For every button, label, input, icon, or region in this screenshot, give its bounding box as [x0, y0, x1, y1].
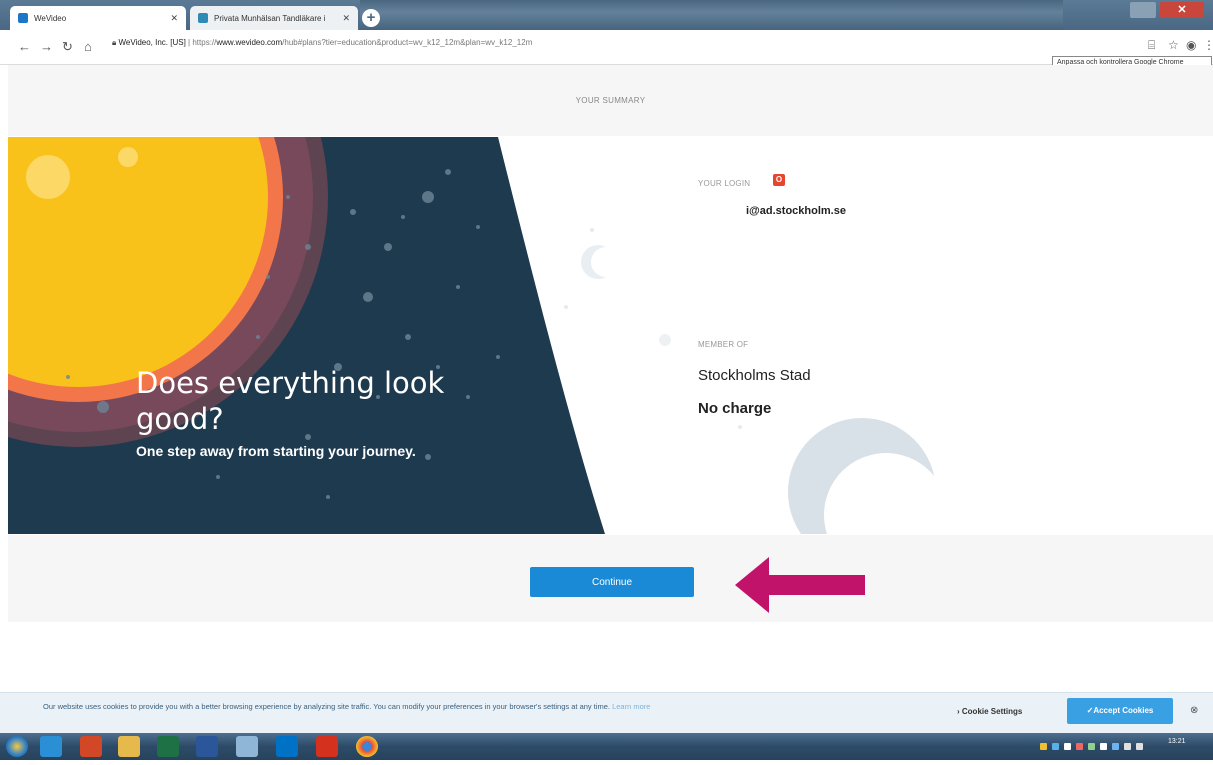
url-prefix: https:// — [192, 38, 217, 47]
hero-illustration — [8, 137, 948, 534]
start-button[interactable] — [6, 736, 28, 757]
bookmark-star-icon[interactable]: ☆ — [1168, 38, 1179, 52]
windows-taskbar: 13:21 — [0, 733, 1213, 760]
continue-section: Continue — [8, 535, 1213, 622]
minimize-window-button[interactable] — [1130, 2, 1156, 18]
charge-value: No charge — [698, 400, 772, 417]
pointer-arrow-icon — [735, 557, 865, 613]
translate-icon[interactable]: ⌸ — [1148, 38, 1155, 53]
notepad-icon[interactable] — [236, 736, 258, 757]
file-explorer-icon[interactable] — [118, 736, 140, 757]
tab-wevideo[interactable]: WeVideo ✕ — [10, 6, 186, 30]
tray-icon[interactable] — [1088, 743, 1095, 750]
cookie-text: Our website uses cookies to provide you … — [43, 702, 610, 711]
new-tab-button[interactable]: + — [362, 9, 380, 27]
excel-icon[interactable] — [157, 736, 179, 757]
office-login-icon: O — [773, 174, 785, 186]
cookie-banner: Our website uses cookies to provide you … — [0, 692, 1213, 733]
close-tab-icon[interactable]: ✕ — [342, 13, 350, 24]
url-path: /hub#plans?tier=education&product=wv_k12… — [282, 38, 533, 47]
cookie-settings-link[interactable]: › Cookie Settings — [957, 707, 1022, 716]
chrome-taskbar-icon[interactable] — [356, 736, 378, 757]
page-content: YOUR SUMMARY Does everything look good? … — [0, 65, 1213, 765]
internet-explorer-icon[interactable] — [40, 736, 62, 757]
tray-icon[interactable] — [1052, 743, 1059, 750]
cookie-message: Our website uses cookies to provide you … — [43, 701, 903, 713]
network-icon[interactable] — [1124, 743, 1131, 750]
summary-hero: Does everything look good? One step away… — [8, 137, 1213, 534]
outlook-icon[interactable] — [276, 736, 298, 757]
profile-icon[interactable]: ◉ — [1186, 38, 1196, 52]
chrome-menu-icon[interactable]: ⋮ — [1203, 38, 1213, 52]
hero-subtitle: One step away from starting your journey… — [136, 443, 416, 459]
powerpoint-icon[interactable] — [80, 736, 102, 757]
hero-title: Does everything look good? — [136, 366, 445, 436]
munhalsan-favicon-icon — [198, 13, 208, 23]
back-icon[interactable]: ← — [18, 39, 31, 54]
tab-munhalsan[interactable]: Privata Munhälsan Tandläkare i ✕ — [190, 6, 358, 30]
close-cookie-banner-icon[interactable]: ⊗ — [1190, 705, 1198, 716]
browser-tab-bar: WeVideo ✕ Privata Munhälsan Tandläkare i… — [0, 0, 1213, 30]
volume-icon[interactable] — [1136, 743, 1143, 750]
lock-icon: 🔒︎ — [112, 38, 117, 47]
clock-time: 13:21 — [1168, 738, 1186, 745]
reload-icon[interactable]: ↻ — [62, 39, 73, 55]
accept-cookies-button[interactable]: ✓Accept Cookies — [1067, 698, 1173, 724]
close-tab-icon[interactable]: ✕ — [170, 13, 178, 24]
word-icon[interactable] — [196, 736, 218, 757]
url-domain: www.wevideo.com — [216, 38, 283, 47]
tray-icon[interactable] — [1076, 743, 1083, 750]
home-icon[interactable]: ⌂ — [84, 39, 92, 54]
tab-label: WeVideo — [34, 13, 67, 23]
tray-icon[interactable] — [1064, 743, 1071, 750]
tray-icon[interactable] — [1040, 743, 1047, 750]
page-title: YOUR SUMMARY — [8, 65, 1213, 136]
wevideo-favicon-icon — [18, 13, 28, 23]
close-window-button[interactable]: ✕ — [1160, 2, 1204, 18]
tab-bar-background — [360, 0, 1063, 30]
login-value: i@ad.stockholm.se — [746, 205, 846, 217]
forward-icon[interactable]: → — [40, 39, 53, 54]
address-bar: ← → ↻ ⌂ 🔒︎ WeVideo, Inc. [US] | https://… — [0, 30, 1213, 65]
member-label: MEMBER OF — [698, 340, 749, 349]
tray-icon[interactable] — [1100, 743, 1107, 750]
tab-label: Privata Munhälsan Tandläkare i — [214, 13, 326, 23]
learn-more-link[interactable]: Learn more — [612, 702, 650, 711]
continue-button[interactable]: Continue — [530, 567, 694, 597]
taskbar-clock[interactable]: 13:21 — [1168, 737, 1186, 746]
login-label: YOUR LOGIN — [698, 179, 751, 188]
url-field[interactable]: 🔒︎ WeVideo, Inc. [US] | https://www.wevi… — [112, 38, 532, 48]
tray-icon[interactable] — [1112, 743, 1119, 750]
acrobat-icon[interactable] — [316, 736, 338, 757]
url-site-identity: WeVideo, Inc. [US] — [118, 38, 186, 47]
member-value: Stockholms Stad — [698, 367, 811, 384]
